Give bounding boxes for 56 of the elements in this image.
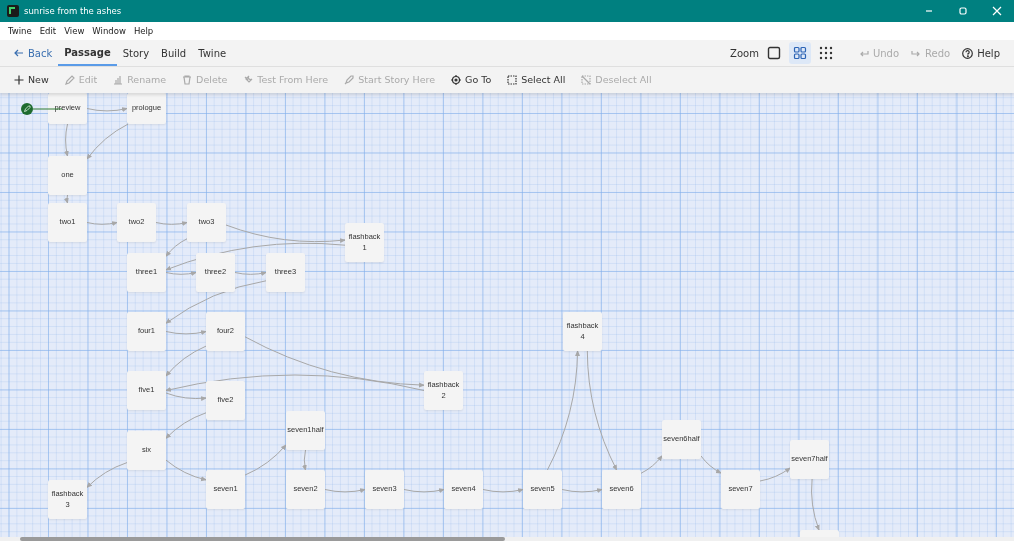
menu-item[interactable]: Twine [8, 24, 32, 38]
tab[interactable]: Build [155, 40, 193, 66]
link-arrow [86, 221, 118, 226]
link-arrow [63, 194, 69, 204]
scrollbar-thumb[interactable] [20, 537, 505, 541]
four-squares-icon [792, 46, 807, 60]
goto-button[interactable]: Go To [445, 67, 498, 93]
link-arrow [64, 123, 69, 157]
link-arrow [561, 488, 603, 493]
tab[interactable]: Story [116, 40, 156, 66]
link-arrow [700, 455, 722, 474]
redo-arrow-icon [911, 48, 922, 58]
nine-dots-icon [818, 46, 833, 60]
app-icon [7, 5, 19, 17]
link-arrow [302, 449, 307, 471]
help-icon [962, 47, 974, 59]
link-arrow [165, 459, 207, 482]
zoom-button[interactable] [788, 42, 811, 64]
link-arrow [640, 455, 663, 474]
crossed-dashed-square-icon [581, 75, 592, 85]
plus-icon [14, 75, 24, 85]
undo-arrow-icon [858, 48, 869, 58]
window-title: sunrise from the ashes [24, 4, 122, 18]
link-arrow [86, 462, 128, 489]
target-icon [451, 75, 462, 85]
back-button[interactable]: Back [8, 40, 59, 66]
zoom-label: Zoom [730, 46, 759, 61]
link-arrow [86, 123, 129, 160]
wrench-icon [243, 75, 254, 85]
dashed-square-icon [507, 75, 518, 85]
new-button[interactable]: New [8, 67, 55, 93]
menu-item[interactable]: Help [133, 24, 154, 38]
rocket-icon [344, 75, 355, 85]
menu-item[interactable]: Edit [39, 24, 57, 38]
link-arrow [155, 221, 188, 226]
link-arrow [482, 488, 524, 493]
link-arrow [165, 412, 207, 439]
restore-icon[interactable] [958, 6, 968, 16]
pencil-icon [64, 75, 75, 85]
link-arrow [244, 444, 287, 476]
close-icon[interactable] [992, 6, 1002, 16]
rename-icon [113, 75, 124, 85]
select-button[interactable]: Select All [501, 67, 572, 93]
link-arrow [403, 488, 445, 493]
back-arrow-icon [14, 48, 24, 58]
single-square-icon [766, 46, 781, 60]
link-arrow [86, 107, 128, 112]
link-arrow [165, 330, 207, 335]
tab[interactable]: Twine [192, 40, 233, 66]
link-arrow [324, 488, 366, 493]
menu-item[interactable]: View [64, 24, 85, 38]
link-arrow [759, 467, 791, 482]
menu-item[interactable]: Window [92, 24, 126, 38]
link-arrow [811, 478, 820, 531]
trash-icon [182, 75, 193, 85]
help-button[interactable]: Help [956, 40, 1006, 66]
